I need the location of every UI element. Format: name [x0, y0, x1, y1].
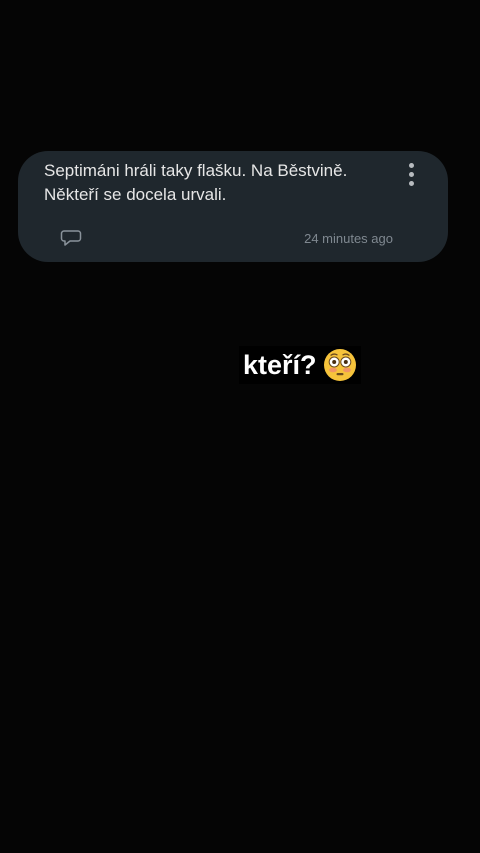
- text-sticker: kteří?: [239, 346, 361, 384]
- post-text: Septimáni hráli taky flašku. Na Běstvině…: [44, 161, 348, 204]
- more-vertical-icon-dot-2: [408, 171, 414, 177]
- post-timestamp: 24 minutes ago: [304, 231, 393, 246]
- post-card[interactable]: Septimáni hráli taky flašku. Na Běstvině…: [18, 151, 448, 262]
- more-options-button[interactable]: [400, 160, 422, 188]
- flushed-face-emoji-icon: [323, 349, 356, 381]
- comment-bubble-icon: [60, 230, 82, 246]
- comment-button[interactable]: [60, 229, 82, 247]
- more-vertical-icon-dot-3: [408, 180, 414, 186]
- sticker-text: kteří?: [243, 350, 317, 380]
- story-screen: Septimáni hráli taky flašku. Na Běstvině…: [0, 0, 480, 853]
- more-vertical-icon: [408, 162, 414, 168]
